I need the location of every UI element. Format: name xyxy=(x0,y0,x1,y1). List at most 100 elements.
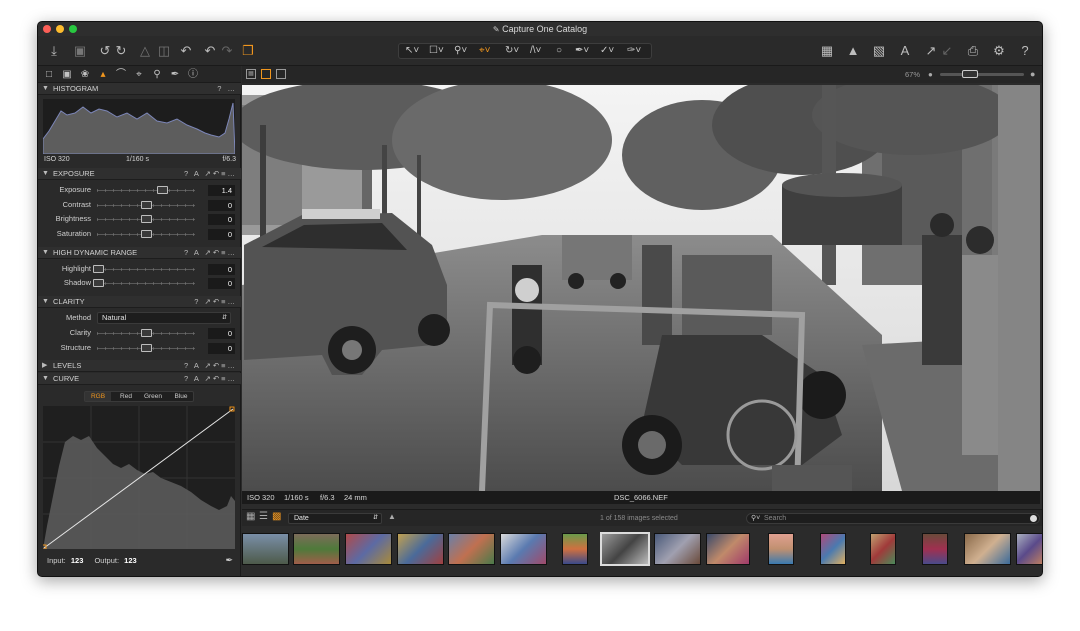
curve-graph[interactable] xyxy=(43,406,235,549)
library-tab-icon[interactable]: □ xyxy=(42,68,56,81)
compare-view-icon[interactable] xyxy=(276,69,286,79)
levels-header[interactable]: ▶ LEVELS ? A ↗↶≡… xyxy=(38,360,241,372)
hdr-header[interactable]: ▼ HIGH DYNAMIC RANGE ? A ↗↶≡… xyxy=(38,247,241,259)
print-icon[interactable]: ⎙ xyxy=(964,42,982,60)
levels-tool-icons[interactable]: ? A ↗↶≡… xyxy=(184,360,237,372)
contrast-slider-row[interactable]: Contrast 0 xyxy=(38,198,241,212)
highlight-slider-row[interactable]: Highlight 0 xyxy=(38,262,241,276)
shadow-slider-track[interactable] xyxy=(97,282,195,285)
thumbnail[interactable] xyxy=(820,533,846,565)
collapse-triangle-icon[interactable]: ▼ xyxy=(42,247,49,259)
undo-icon[interactable]: ↶ xyxy=(201,42,219,60)
contrast-value-field[interactable]: 0 xyxy=(208,200,235,211)
variants-icon[interactable]: ❐ xyxy=(239,42,257,60)
exposure-warning-icon[interactable]: ▲ xyxy=(844,42,862,60)
grid-view-icon[interactable]: ▦ xyxy=(246,69,256,79)
histogram-tool-icons[interactable]: ? … xyxy=(217,83,237,95)
zoom-window-button[interactable] xyxy=(69,25,77,33)
collapse-triangle-icon[interactable]: ▼ xyxy=(42,296,49,308)
thumbnail[interactable] xyxy=(706,533,750,565)
composition-tab-icon[interactable]: ⌖ xyxy=(132,68,146,81)
zoom-slider-knob[interactable] xyxy=(962,70,978,78)
thumbnail[interactable] xyxy=(500,533,547,565)
browser-grid-icon[interactable]: ▦ xyxy=(246,511,255,522)
import-icon[interactable]: ⤓ xyxy=(45,42,63,60)
channel-tab-red[interactable]: Red xyxy=(113,392,139,401)
exposure-slider-row[interactable]: Exposure 1.4 xyxy=(38,183,241,197)
crop-tool-icon[interactable]: ⌖˅ xyxy=(479,44,490,58)
camera-icon[interactable]: ▣ xyxy=(71,42,89,60)
exposure-slider-knob[interactable] xyxy=(157,186,168,194)
search-field[interactable]: ⚲˅ Search xyxy=(746,513,1040,524)
channel-tab-rgb[interactable]: RGB xyxy=(85,392,111,401)
help-icon[interactable]: ? xyxy=(1016,42,1034,60)
shadow-value-field[interactable]: 0 xyxy=(208,278,235,289)
highlight-value-field[interactable]: 0 xyxy=(208,264,235,275)
thumbnail[interactable] xyxy=(768,533,794,565)
shadow-slider-row[interactable]: Shadow 0 xyxy=(38,276,241,290)
exposure-tool-icons[interactable]: ? A ↗↶≡… xyxy=(184,168,237,180)
local-adjust-tab-icon[interactable]: ✒ xyxy=(168,68,182,81)
main-image-viewer[interactable] xyxy=(242,85,1040,491)
thumbnail[interactable] xyxy=(345,533,392,565)
keystone-tool-icon[interactable]: /\˅ xyxy=(530,44,541,58)
thumbnail[interactable] xyxy=(448,533,495,565)
thumbnail[interactable] xyxy=(397,533,444,565)
brightness-slider-knob[interactable] xyxy=(141,215,152,223)
minimize-window-button[interactable] xyxy=(56,25,64,33)
brightness-slider-row[interactable]: Brightness 0 xyxy=(38,212,241,226)
highlight-slider-knob[interactable] xyxy=(93,265,104,273)
collapse-triangle-icon[interactable]: ▼ xyxy=(42,373,49,385)
thumbnail[interactable] xyxy=(870,533,896,565)
highlight-slider-track[interactable] xyxy=(97,268,195,271)
thumbnail[interactable] xyxy=(242,533,289,565)
reset-icon[interactable]: ↶ xyxy=(177,42,195,60)
histogram-header[interactable]: ▼ HISTOGRAM ? … xyxy=(38,83,241,95)
zoom-tool-icon[interactable]: ⚲˅ xyxy=(454,44,467,58)
color-tab-icon[interactable]: ❀ xyxy=(78,68,92,81)
zoom-in-person-icon[interactable]: ● xyxy=(1030,66,1035,83)
pointer-tool-icon[interactable]: ↖˅ xyxy=(405,44,419,58)
structure-value-field[interactable]: 0 xyxy=(208,343,235,354)
structure-slider-knob[interactable] xyxy=(141,344,152,352)
grid-icon[interactable]: ▦ xyxy=(818,42,836,60)
text-icon[interactable]: A xyxy=(896,42,914,60)
expand-triangle-icon[interactable]: ▶ xyxy=(42,360,47,372)
structure-slider-row[interactable]: Structure 0 xyxy=(38,341,241,355)
lens-tab-icon[interactable]: ⌒ xyxy=(114,68,128,81)
clarity-tool-icons[interactable]: ? ↗↶≡… xyxy=(194,296,237,308)
picker-tool-icon[interactable]: ✓˅ xyxy=(600,44,614,58)
curve-picker-icon[interactable]: ✒ xyxy=(225,555,233,566)
saturation-value-field[interactable]: 0 xyxy=(208,229,235,240)
browser-list-icon[interactable]: ☰ xyxy=(259,511,268,522)
clarity-header[interactable]: ▼ CLARITY ? ↗↶≡… xyxy=(38,296,241,308)
rotate-tool-icon[interactable]: ↻˅ xyxy=(505,44,519,58)
hdr-tool-icons[interactable]: ? A ↗↶≡… xyxy=(184,247,237,259)
shadow-slider-knob[interactable] xyxy=(93,279,104,287)
thumbnail[interactable] xyxy=(964,533,1011,565)
thumbnail[interactable] xyxy=(562,533,588,565)
clear-search-icon[interactable] xyxy=(1030,515,1037,522)
redo-icon[interactable]: ↷ xyxy=(218,42,236,60)
copy-adjustments-icon[interactable]: △ xyxy=(136,42,154,60)
thumbnail[interactable] xyxy=(922,533,948,565)
zoom-out-person-icon[interactable]: ● xyxy=(928,66,933,83)
clarity-value-field[interactable]: 0 xyxy=(208,328,235,339)
thumbnail[interactable] xyxy=(1016,533,1042,565)
saturation-slider-row[interactable]: Saturation 0 xyxy=(38,227,241,241)
annotate-tool-icon[interactable]: ✑˅ xyxy=(627,44,641,58)
capture-tab-icon[interactable]: ▣ xyxy=(60,68,74,81)
rotate-right-icon[interactable]: ↻ xyxy=(112,42,130,60)
collapse-triangle-icon[interactable]: ▼ xyxy=(42,168,49,180)
export-disabled-icon[interactable]: ↙ xyxy=(938,42,956,60)
exposure-value-field[interactable]: 1.4 xyxy=(208,185,235,196)
zoom-slider[interactable] xyxy=(940,70,1024,78)
exposure-slider-track[interactable] xyxy=(97,189,195,192)
thumbnail[interactable] xyxy=(293,533,340,565)
browser-filmstrip-icon[interactable]: ▩ xyxy=(272,511,281,522)
settings-icon[interactable]: ⚙ xyxy=(990,42,1008,60)
metadata-tab-icon[interactable]: ⓘ xyxy=(186,68,200,81)
clarity-slider-knob[interactable] xyxy=(141,329,152,337)
details-tab-icon[interactable]: ⚲ xyxy=(150,68,164,81)
brush-tool-icon[interactable]: ✒˅ xyxy=(575,44,589,58)
